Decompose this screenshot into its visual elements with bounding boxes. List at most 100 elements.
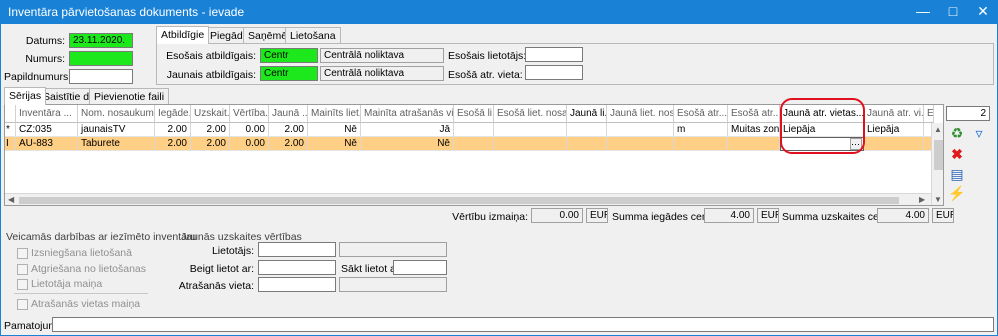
lietotajs-field[interactable] (258, 242, 336, 257)
lietotajs-name-field (339, 242, 447, 257)
scroll-down-arrow-icon[interactable]: ▼ (934, 195, 942, 204)
datums-field[interactable]: 23.11.2020. (69, 33, 133, 48)
grid-cell[interactable]: Nē (308, 123, 361, 137)
esosais-atbildigais-label: Esošais atbildīgais: (166, 50, 256, 62)
column-header-4[interactable]: Uzskait... (191, 105, 230, 123)
tab-serijas[interactable]: Sērijas (4, 87, 47, 105)
side-toolbar: 2 ♻ ▿ ✖ ▤ ⚡ (946, 104, 992, 206)
column-header-14[interactable]: Esošā atr... (728, 105, 780, 123)
lightning-icon[interactable]: ⚡ (948, 184, 966, 202)
grid-cell[interactable]: Taburete (78, 137, 155, 151)
grid-cell[interactable]: 2.00 (191, 137, 230, 151)
grid-cell[interactable] (607, 137, 674, 151)
horizontal-scrollbar[interactable]: ◀ ▶ (5, 193, 931, 205)
record-count: 2 (946, 106, 990, 121)
beigt-lietot-label: Beigt lietot ar: (189, 263, 254, 275)
scroll-thumb[interactable] (934, 140, 943, 170)
column-header-13[interactable]: Esošā atr... (674, 105, 728, 123)
atrasanas-vieta-field[interactable] (258, 277, 336, 292)
numurs-field[interactable] (69, 51, 133, 66)
checkbox-atgriesana[interactable] (17, 264, 28, 275)
checkbox-lietotaja-maina[interactable] (17, 279, 28, 290)
column-header-12[interactable]: Jaunā liet. nosa... (607, 105, 674, 123)
grid-cell[interactable]: 2.00 (269, 137, 308, 151)
esosais-atbildigais-code[interactable]: Centr (260, 48, 318, 63)
scroll-up-arrow-icon[interactable]: ▲ (934, 125, 942, 134)
column-header-8[interactable]: Mainīta atrašanās vieta (361, 105, 454, 123)
papildnumurs-field[interactable] (69, 69, 133, 84)
grid-cell[interactable]: 2.00 (269, 123, 308, 137)
esosa-atr-vieta-field[interactable] (525, 65, 583, 80)
close-icon[interactable]: ✕ (968, 0, 998, 24)
papildnumurs-label: Papildnumurs: (4, 71, 72, 83)
grid-cell[interactable]: 2.00 (155, 137, 191, 151)
delete-icon[interactable]: ✖ (948, 145, 966, 163)
column-header-7[interactable]: Mainīts liet... (308, 105, 361, 123)
grid-cell[interactable]: AU-883 (16, 137, 78, 151)
grid-cell[interactable]: m (674, 123, 728, 137)
grid-cell[interactable] (567, 137, 607, 151)
grid-cell[interactable] (864, 137, 924, 151)
grid-cell[interactable] (494, 123, 567, 137)
row-marker: I (5, 137, 16, 151)
grid-cell[interactable]: Jā (361, 123, 454, 137)
column-header-17[interactable]: E (924, 105, 934, 123)
column-header-2[interactable]: Nom. nosaukums (78, 105, 155, 123)
atrasanas-vieta-label: Atrašanās vieta: (178, 280, 254, 292)
maximize-icon[interactable]: □ (938, 0, 968, 24)
grid-cell[interactable]: Nē (308, 137, 361, 151)
sakt-lietot-field[interactable] (393, 260, 447, 275)
column-header-6[interactable]: Jaunā ... (269, 105, 308, 123)
minimize-icon[interactable]: — (908, 0, 938, 24)
grid-cell[interactable]: Liepāja (864, 123, 924, 137)
column-header-3[interactable]: Iegāde... (155, 105, 191, 123)
vertibu-izmaina-currency: EUR (586, 208, 608, 223)
grid-cell[interactable] (607, 123, 674, 137)
column-header-16[interactable]: Jaunā atr. vi... (864, 105, 924, 123)
jaunais-atbildigais-code[interactable]: Centr (260, 66, 318, 81)
column-header-10[interactable]: Esošā liet. nosa... (494, 105, 567, 123)
tab-pievienotie-faili[interactable]: Pievienotie faili (89, 88, 170, 104)
grid-cell[interactable] (728, 137, 780, 151)
tab-lietosana[interactable]: Lietošana (285, 27, 341, 43)
row-marker: * (5, 123, 16, 137)
checkbox-atrasanas-vietas-maina[interactable] (17, 299, 28, 310)
grid-cell[interactable]: Nē (361, 137, 454, 151)
grid-cell[interactable] (567, 123, 607, 137)
column-header-5[interactable]: Vērtība... (230, 105, 269, 123)
column-header-11[interactable]: Jaunā li... (567, 105, 607, 123)
vertical-scrollbar[interactable]: ▲ ▼ (931, 123, 943, 205)
summa-iegades-field: 4.00 (704, 208, 754, 223)
summa-uzskaites-field: 4.00 (877, 208, 929, 223)
grid-cell[interactable]: Muitas zona (728, 123, 780, 137)
horizontal-scroll-thumb[interactable] (19, 197, 899, 204)
actions-separator (14, 293, 148, 294)
tab-atbildigie[interactable]: Atbildīgie (156, 26, 210, 44)
column-header-9[interactable]: Esošā li... (454, 105, 494, 123)
scroll-left-arrow-icon[interactable]: ◀ (8, 195, 14, 204)
summa-iegades-label: Summa iegādes cenās: (612, 211, 722, 223)
export-icon[interactable]: ▤ (948, 165, 966, 183)
esosais-lietotajs-field[interactable] (525, 47, 583, 62)
esosais-atbildigais-name: Centrālā noliktava (320, 48, 444, 63)
grid-cell[interactable] (494, 137, 567, 151)
filter-icon[interactable]: ▿ (970, 124, 988, 142)
column-header-1[interactable]: Inventāra ... (16, 105, 78, 123)
grid-cell[interactable] (454, 137, 494, 151)
grid-cell[interactable] (454, 123, 494, 137)
summa-uzskaites-label: Summa uzskaites cenās: (782, 211, 899, 223)
grid-cell[interactable] (674, 137, 728, 151)
grid-cell[interactable]: CZ:035 (16, 123, 78, 137)
checkbox-izsniegsana[interactable] (17, 248, 28, 259)
beigt-lietot-field[interactable] (258, 260, 336, 275)
atrasanas-vieta-name-field (339, 277, 447, 292)
grid-cell[interactable]: jaunaisTV (78, 123, 155, 137)
add-record-icon[interactable]: ♻ (948, 124, 966, 142)
lietotajs-label: Lietotājs: (211, 245, 254, 257)
grid-cell[interactable]: 2.00 (155, 123, 191, 137)
grid-cell[interactable]: 0.00 (230, 123, 269, 137)
grid-cell[interactable]: 2.00 (191, 123, 230, 137)
pamatojums-field[interactable] (52, 317, 994, 332)
scroll-right-arrow-icon[interactable]: ▶ (919, 195, 925, 204)
grid-cell[interactable]: 0.00 (230, 137, 269, 151)
